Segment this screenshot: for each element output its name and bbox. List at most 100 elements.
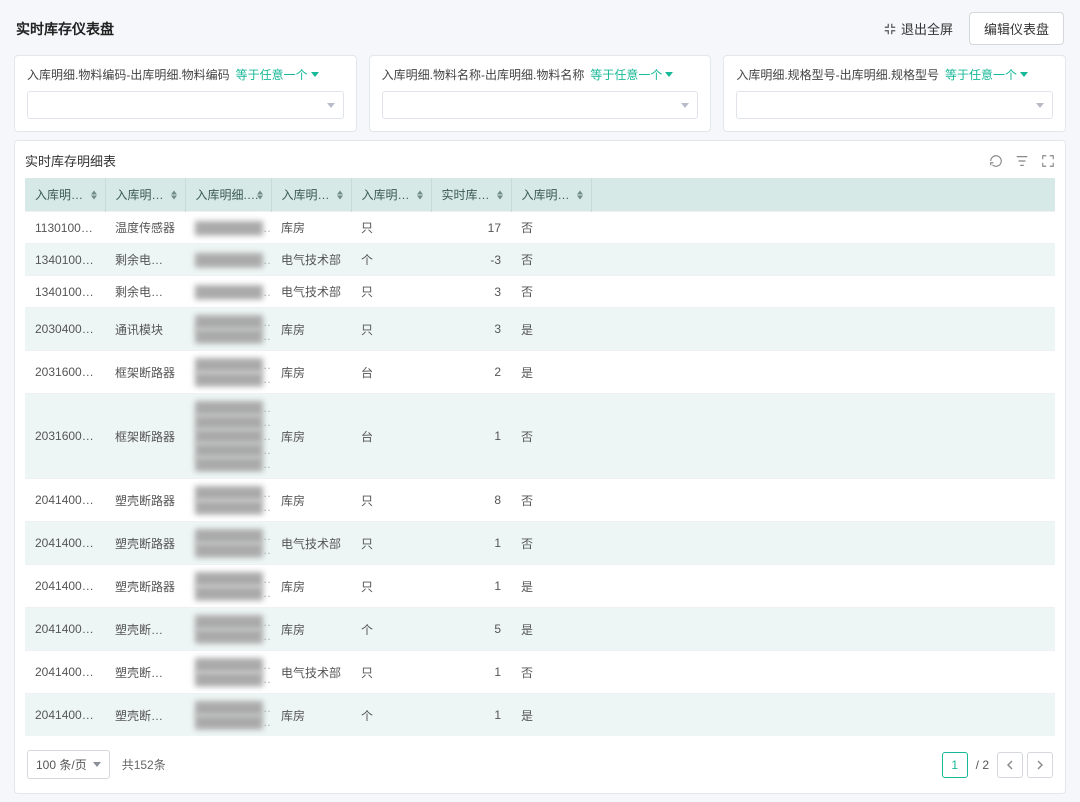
table-row[interactable]: 20316000180框架断路器████████████████库房台2是 [25,351,1055,394]
sort-icon [417,190,423,199]
panel-tools [989,154,1055,168]
col-spec[interactable]: 入库明细.规格型号-… [185,178,271,212]
cell-unit: 台 [351,394,431,479]
cell-spacer [591,244,1055,276]
fullscreen-icon[interactable] [1041,154,1055,168]
cell-nc: 是 [511,694,591,737]
table-row[interactable]: 20414000316塑壳断路器（ABB）████████████████库房个… [25,608,1055,651]
sort-icon [257,190,263,199]
col-spacer [591,178,1055,212]
table-row[interactable]: 20414000325塑壳断路器(ABB)████████████████电气技… [25,651,1055,694]
cell-qty: 5 [431,608,511,651]
table-row[interactable]: 20414000338塑壳断路器附件（ABB）████████████████库… [25,694,1055,737]
page-total: / 2 [976,758,989,772]
cell-unit: 只 [351,651,431,694]
cell-nc: 否 [511,212,591,244]
cell-name: 温度传感器 [105,212,185,244]
table-row[interactable]: 13401000011剩余电流互感器████████电气技术部只3否 [25,276,1055,308]
table-row[interactable]: 11301000017温度传感器████████库房只17否 [25,212,1055,244]
filter-condition-text: 等于任意一个 [945,66,1017,83]
cell-code: 20414000232 [25,522,105,565]
footer-left: 100 条/页 共152条 [27,750,166,779]
cell-location: 电气技术部 [271,244,351,276]
page-next-button[interactable] [1027,752,1053,778]
panel-title: 实时库存明细表 [25,151,116,170]
cell-spacer [591,694,1055,737]
page-current[interactable]: 1 [942,752,968,778]
refresh-icon[interactable] [989,154,1003,168]
cell-unit: 个 [351,608,431,651]
cell-qty: 1 [431,694,511,737]
cell-spec: ████████████████ [185,651,271,694]
filter-row: 入库明细.物料编码-出库明细.物料编码 等于任意一个 入库明细.物料名称-出库明… [8,55,1072,140]
dashboard: 实时库存仪表盘 退出全屏 编辑仪表盘 入库明细.物料编码-出库明细.物料编码 等… [0,0,1080,802]
col-qty[interactable]: 实时库存数量 [431,178,511,212]
table-row[interactable]: 20304000014通讯模块████████████████库房只3是 [25,308,1055,351]
exit-fullscreen-button[interactable]: 退出全屏 [883,19,953,38]
header-actions: 退出全屏 编辑仪表盘 [883,12,1064,45]
cell-name: 框架断路器 [105,351,185,394]
col-location[interactable]: 入库明细.库位-出库… [271,178,351,212]
table-row[interactable]: 20414000232塑壳断路器████████████████电气技术部只1否 [25,522,1055,565]
col-unit[interactable]: 入库明细.单位-出库… [351,178,431,212]
cell-name: 剩余电流互感器 [105,276,185,308]
page-title: 实时库存仪表盘 [16,19,114,39]
cell-qty: 8 [431,479,511,522]
cell-code: 20316000180 [25,351,105,394]
filter-icon[interactable] [1015,154,1029,168]
page-size-label: 100 条/页 [36,756,87,773]
table-row[interactable]: 20414000314塑壳断路器████████████████库房只1是 [25,565,1055,608]
cell-spec: ████████████████ [185,479,271,522]
header-bar: 实时库存仪表盘 退出全屏 编辑仪表盘 [8,8,1072,55]
filter-value-select[interactable] [736,91,1053,119]
sort-icon [577,190,583,199]
data-panel: 实时库存明细表 入库明细.物料编码-… 入库明细.物料名称-… 入库明细.规格型… [14,140,1066,794]
cell-spec: ████████████████████████████████████████ [185,394,271,479]
cell-location: 库房 [271,394,351,479]
cell-code: 13401000011 [25,276,105,308]
cell-code: 11301000017 [25,212,105,244]
cell-code: 13401000011 [25,244,105,276]
filter-condition-link[interactable]: 等于任意一个 [236,66,319,83]
cell-qty: 3 [431,308,511,351]
filter-condition-link[interactable]: 等于任意一个 [945,66,1028,83]
page-prev-button[interactable] [997,752,1023,778]
cell-name: 塑壳断路器 [105,479,185,522]
col-material-code[interactable]: 入库明细.物料编码-… [25,178,105,212]
cell-spec: ████████████████ [185,565,271,608]
cell-location: 库房 [271,565,351,608]
cell-unit: 只 [351,479,431,522]
col-material-name[interactable]: 入库明细.物料名称-… [105,178,185,212]
cell-spacer [591,565,1055,608]
cell-qty: 1 [431,651,511,694]
chevron-down-icon [93,762,101,767]
filter-condition-link[interactable]: 等于任意一个 [590,66,673,83]
cell-location: 库房 [271,694,351,737]
cell-spec: ████████████████ [185,308,271,351]
col-nc[interactable]: 入库明细.是否NC在… [511,178,591,212]
table-row[interactable]: 13401000011剩余电流互感器████████电气技术部个-3否 [25,244,1055,276]
cell-location: 库房 [271,479,351,522]
filter-condition-text: 等于任意一个 [236,66,308,83]
exit-fullscreen-label: 退出全屏 [901,19,953,38]
cell-qty: -3 [431,244,511,276]
cell-code: 20316000184 [25,394,105,479]
sort-icon [337,190,343,199]
edit-dashboard-button[interactable]: 编辑仪表盘 [969,12,1064,45]
filter-value-select[interactable] [382,91,699,119]
cell-unit: 台 [351,351,431,394]
filter-label-text: 入库明细.规格型号-出库明细.规格型号 [736,66,939,83]
filter-value-select[interactable] [27,91,344,119]
cell-unit: 只 [351,276,431,308]
cell-nc: 否 [511,394,591,479]
cell-name: 塑壳断路器附件（ABB） [105,694,185,737]
page-size-select[interactable]: 100 条/页 [27,750,110,779]
cell-unit: 只 [351,212,431,244]
chevron-down-icon [1036,103,1044,108]
cell-location: 库房 [271,351,351,394]
fullscreen-exit-icon [883,22,897,36]
cell-code: 20414000314 [25,565,105,608]
table-row[interactable]: 20316000184框架断路器████████████████████████… [25,394,1055,479]
table-row[interactable]: 20414000077塑壳断路器████████████████库房只8否 [25,479,1055,522]
chevron-down-icon [681,103,689,108]
